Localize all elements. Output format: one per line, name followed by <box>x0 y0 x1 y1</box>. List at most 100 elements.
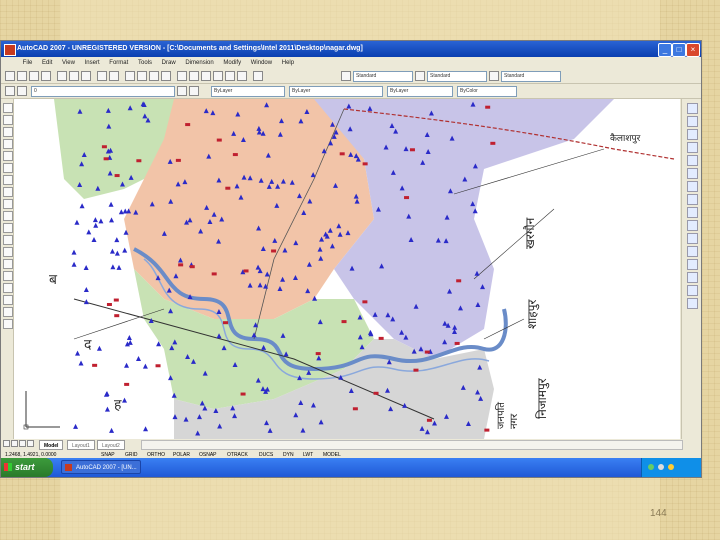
dim-style-select[interactable]: Standard <box>427 71 487 82</box>
horizontal-scrollbar[interactable] <box>141 440 683 450</box>
extend-icon[interactable] <box>687 233 698 244</box>
polyline-icon[interactable] <box>3 127 13 137</box>
revision-cloud-icon[interactable] <box>3 187 13 197</box>
array-icon[interactable] <box>687 155 698 166</box>
village-label-1: कैलाशपुर <box>610 132 641 144</box>
multiline-text-icon[interactable] <box>3 319 13 329</box>
settlement-marker <box>109 217 115 223</box>
point-icon[interactable] <box>3 259 13 269</box>
taskbar-autocad-item[interactable]: AutoCAD 2007 - [UN... <box>61 460 141 474</box>
zoom-icon[interactable] <box>137 71 147 81</box>
rectangle-icon[interactable] <box>3 151 13 161</box>
insert-block-icon[interactable] <box>3 235 13 245</box>
properties-icon[interactable] <box>177 71 187 81</box>
drawing-area[interactable]: कैलाशपुर खरगौन शाहपुर निजामपुर जनपति नगर… <box>14 99 680 439</box>
color-select[interactable]: ByLayer <box>211 86 285 97</box>
stretch-icon[interactable] <box>687 207 698 218</box>
linetype-select[interactable]: ByLayer <box>289 86 383 97</box>
town-marker <box>426 418 432 422</box>
mirror-icon[interactable] <box>687 129 698 140</box>
next-tab-icon[interactable] <box>19 440 26 447</box>
ellipse-icon[interactable] <box>3 211 13 221</box>
make-block-icon[interactable] <box>3 247 13 257</box>
copy-icon[interactable] <box>69 71 79 81</box>
line-icon[interactable] <box>3 103 13 113</box>
undo-icon[interactable] <box>97 71 107 81</box>
new-icon[interactable] <box>5 71 15 81</box>
polygon-icon[interactable] <box>3 139 13 149</box>
circle-icon[interactable] <box>3 175 13 185</box>
start-button[interactable]: start <box>1 458 53 477</box>
erase-icon[interactable] <box>687 103 698 114</box>
menu-format[interactable]: Format <box>105 57 132 69</box>
text-style-select[interactable]: Standard <box>353 71 413 82</box>
zoom-previous-icon[interactable] <box>161 71 171 81</box>
ellipse-arc-icon[interactable] <box>3 223 13 233</box>
last-tab-icon[interactable] <box>27 440 34 447</box>
region-icon[interactable] <box>3 295 13 305</box>
zoom-window-icon[interactable] <box>149 71 159 81</box>
table-icon[interactable] <box>3 307 13 317</box>
join-icon[interactable] <box>687 259 698 270</box>
menu-window[interactable]: Window <box>247 57 276 69</box>
sheet-set-icon[interactable] <box>213 71 223 81</box>
arc-icon[interactable] <box>3 163 13 173</box>
map-drawing: कैलाशपुर खरगौन शाहपुर निजामपुर जनपति नगर… <box>14 99 675 439</box>
layer-previous-icon[interactable] <box>189 86 199 96</box>
design-center-icon[interactable] <box>189 71 199 81</box>
spline-icon[interactable] <box>3 199 13 209</box>
menu-dimension[interactable]: Dimension <box>181 57 217 69</box>
offset-icon[interactable] <box>687 142 698 153</box>
print-icon[interactable] <box>41 71 51 81</box>
table-style-select[interactable]: Standard <box>501 71 561 82</box>
hatch-icon[interactable] <box>3 271 13 281</box>
menu-edit[interactable]: Edit <box>38 57 56 69</box>
network-icon[interactable] <box>648 464 654 470</box>
tab-layout1[interactable]: Layout1 <box>67 440 95 450</box>
make-current-icon[interactable] <box>177 86 187 96</box>
move-icon[interactable] <box>687 168 698 179</box>
first-tab-icon[interactable] <box>3 440 10 447</box>
minimize-icon[interactable]: _ <box>658 43 672 57</box>
help-icon[interactable] <box>253 71 263 81</box>
gradient-icon[interactable] <box>3 283 13 293</box>
construction-line-icon[interactable] <box>3 115 13 125</box>
scale-icon[interactable] <box>687 194 698 205</box>
menu-file[interactable]: File <box>19 57 37 69</box>
cut-icon[interactable] <box>57 71 67 81</box>
menu-draw[interactable]: Draw <box>158 57 180 69</box>
menu-view[interactable]: View <box>58 57 79 69</box>
plotstyle-select[interactable]: ByColor <box>457 86 517 97</box>
volume-icon[interactable] <box>658 464 664 470</box>
tab-layout2[interactable]: Layout2 <box>97 440 125 450</box>
open-icon[interactable] <box>17 71 27 81</box>
save-icon[interactable] <box>29 71 39 81</box>
layer-select[interactable]: 0 <box>31 86 175 97</box>
paste-icon[interactable] <box>81 71 91 81</box>
settlement-marker <box>122 397 128 403</box>
trim-icon[interactable] <box>687 220 698 231</box>
maximize-icon[interactable]: □ <box>672 43 686 57</box>
menu-modify[interactable]: Modify <box>219 57 245 69</box>
lineweight-select[interactable]: ByLayer <box>387 86 453 97</box>
markup-icon[interactable] <box>225 71 235 81</box>
tab-model[interactable]: Model <box>39 440 64 450</box>
menu-tools[interactable]: Tools <box>134 57 156 69</box>
chamfer-icon[interactable] <box>687 272 698 283</box>
pan-icon[interactable] <box>125 71 135 81</box>
fillet-icon[interactable] <box>687 285 698 296</box>
menu-insert[interactable]: Insert <box>81 57 104 69</box>
security-icon[interactable] <box>668 464 674 470</box>
redo-icon[interactable] <box>109 71 119 81</box>
calc-icon[interactable] <box>237 71 247 81</box>
prev-tab-icon[interactable] <box>11 440 18 447</box>
layer-state-icon[interactable] <box>17 86 27 96</box>
break-icon[interactable] <box>687 246 698 257</box>
tool-palette-icon[interactable] <box>201 71 211 81</box>
copy-object-icon[interactable] <box>687 116 698 127</box>
explode-icon[interactable] <box>687 298 698 309</box>
menu-help[interactable]: Help <box>278 57 298 69</box>
rotate-icon[interactable] <box>687 181 698 192</box>
close-icon[interactable]: × <box>686 43 700 57</box>
layer-manager-icon[interactable] <box>5 86 15 96</box>
